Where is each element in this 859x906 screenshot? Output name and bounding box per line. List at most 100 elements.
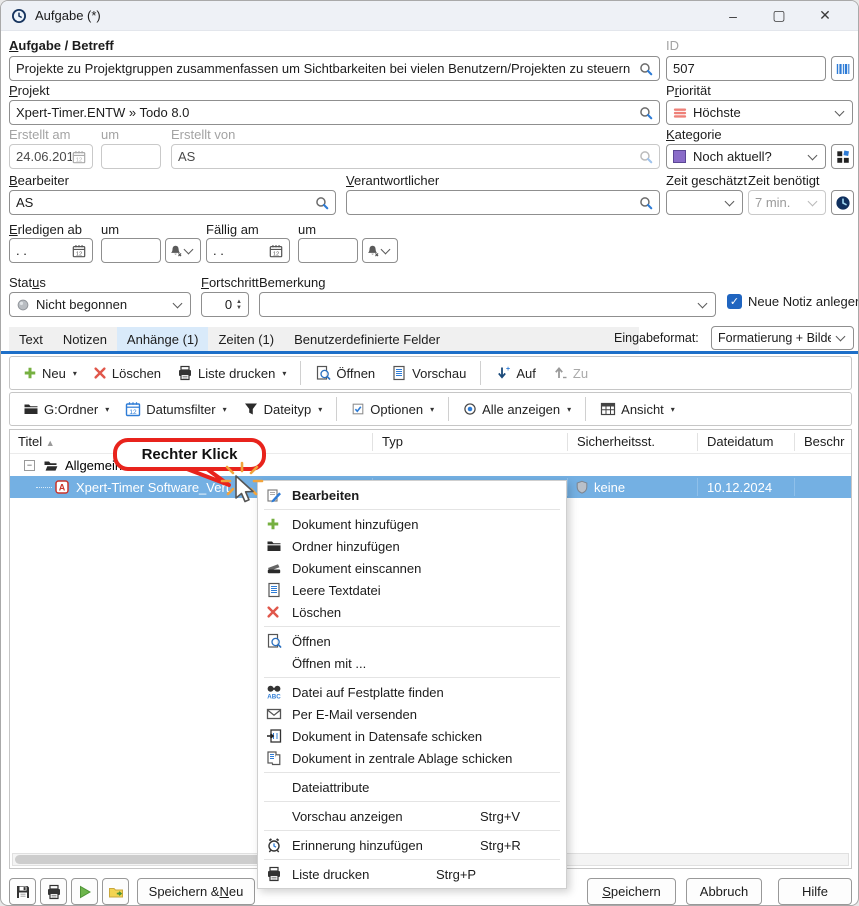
maximize-button[interactable]: ▢ <box>756 1 802 31</box>
aufgabe-input[interactable]: Projekte zu Projektgruppen zusammenfasse… <box>9 56 660 81</box>
barcode-button[interactable] <box>831 56 854 81</box>
spinner-arrows-icon[interactable]: ▲▼ <box>236 299 242 311</box>
caret-down-icon[interactable]: ▾ <box>105 405 109 414</box>
caret-down-icon[interactable]: ▾ <box>430 405 434 414</box>
menu-item-datei-finden[interactable]: Datei auf Festplatte finden <box>258 681 566 703</box>
caret-down-icon[interactable]: ▾ <box>567 405 571 414</box>
prioritaet-value: Höchste <box>693 105 830 120</box>
speichern-und-neu-button[interactable]: Speichern & Neu <box>137 878 255 905</box>
search-icon[interactable] <box>639 62 653 76</box>
export-button[interactable] <box>102 878 129 905</box>
eingabeformat-select[interactable]: Formatierung + Bilder <box>711 326 854 350</box>
ordner-button[interactable]: G:Ordner▾ <box>18 401 114 417</box>
ansicht-button[interactable]: Ansicht▾ <box>595 401 680 417</box>
time-tracking-button[interactable] <box>831 190 854 215</box>
column-beschr[interactable]: Beschr <box>804 434 844 449</box>
id-input[interactable]: 507 <box>666 56 826 81</box>
dateityp-button[interactable]: Dateityp▾ <box>238 401 328 417</box>
faellig-am-date-input[interactable]: . . <box>206 238 290 263</box>
faellig-reminder-button[interactable] <box>362 238 398 263</box>
zeit-benoetigt-value: 7 min. <box>755 195 803 210</box>
id-label: ID <box>666 38 679 53</box>
faellig-um-input[interactable] <box>298 238 358 263</box>
prioritaet-select[interactable]: Höchste <box>666 100 853 125</box>
menu-item-zentrale-ablage[interactable]: Dokument in zentrale Ablage schicken <box>258 747 566 769</box>
erledigen-ab-date-input[interactable]: . . <box>9 238 93 263</box>
menu-item-dokument-einscannen[interactable]: Dokument einscannen <box>258 557 566 579</box>
bemerkung-select[interactable] <box>259 292 716 317</box>
neue-notiz-checkbox[interactable]: ✓ Neue Notiz anlegen <box>727 294 859 309</box>
menu-item-leere-textdatei[interactable]: Leere Textdatei <box>258 579 566 601</box>
liste-drucken-button[interactable]: Liste drucken▾ <box>172 365 291 381</box>
document-icon <box>391 365 407 381</box>
column-dateidatum[interactable]: Dateidatum <box>707 434 773 449</box>
menu-item-ordner-hinzufuegen[interactable]: Ordner hinzufügen <box>258 535 566 557</box>
fortschritt-stepper[interactable]: 0 ▲▼ <box>201 292 249 317</box>
tab-anhaenge[interactable]: Anhänge (1) <box>117 327 209 351</box>
caret-down-icon[interactable]: ▾ <box>73 369 77 378</box>
erledigen-um-input[interactable] <box>101 238 161 263</box>
alle-anzeigen-button[interactable]: Alle anzeigen▾ <box>458 402 576 417</box>
calendar-icon[interactable] <box>269 244 283 258</box>
minimize-button[interactable]: – <box>710 1 756 31</box>
menu-item-loeschen[interactable]: Löschen <box>258 601 566 623</box>
zeit-geschaetzt-select[interactable] <box>666 190 743 215</box>
speichern-button[interactable]: Speichern <box>587 878 676 905</box>
search-icon[interactable] <box>315 196 329 210</box>
search-icon[interactable] <box>639 106 653 120</box>
eingabeformat-label: Eingabeformat: <box>614 331 699 345</box>
bell-dismiss-icon <box>366 244 380 258</box>
menu-item-bearbeiten[interactable]: Bearbeiten <box>258 484 566 506</box>
close-button[interactable]: ✕ <box>802 1 848 31</box>
neu-button[interactable]: Neu▾ <box>18 366 82 381</box>
projekt-label: Projekt <box>9 83 49 98</box>
vorschau-button[interactable]: Vorschau <box>386 365 471 381</box>
checkbox-checked-icon[interactable]: ✓ <box>727 294 742 309</box>
optionen-button[interactable]: Optionen▾ <box>346 402 439 417</box>
caret-down-icon[interactable]: ▾ <box>318 405 322 414</box>
tree-collapse-icon[interactable]: − <box>24 460 35 471</box>
column-typ[interactable]: Typ <box>382 434 403 449</box>
tab-zeiten[interactable]: Zeiten (1) <box>208 327 284 351</box>
chevron-down-icon[interactable] <box>184 244 194 254</box>
status-select[interactable]: Nicht begonnen <box>9 292 191 317</box>
projekt-input[interactable]: Xpert-Timer.ENTW » Todo 8.0 <box>9 100 660 125</box>
menu-item-oeffnen[interactable]: Öffnen <box>258 630 566 652</box>
status-label: Status <box>9 275 46 290</box>
start-timer-button[interactable] <box>71 878 98 905</box>
tab-notizen[interactable]: Notizen <box>53 327 117 351</box>
print-icon-button[interactable] <box>40 878 67 905</box>
tab-text[interactable]: Text <box>9 327 53 351</box>
column-sicherheitsst[interactable]: Sicherheitsst. <box>577 434 655 449</box>
auf-button[interactable]: Auf <box>490 365 541 381</box>
menu-item-vorschau-anzeigen[interactable]: Vorschau anzeigen Strg+V <box>258 805 566 827</box>
um-label: um <box>298 222 316 237</box>
chevron-down-icon[interactable] <box>381 244 391 254</box>
menu-item-dokument-hinzufuegen[interactable]: Dokument hinzufügen <box>258 513 566 535</box>
calendar-icon[interactable] <box>72 244 86 258</box>
column-titel[interactable]: Titel ▲ <box>18 434 55 449</box>
menu-item-datensafe[interactable]: Dokument in Datensafe schicken <box>258 725 566 747</box>
menu-item-email-versenden[interactable]: Per E-Mail versenden <box>258 703 566 725</box>
menu-item-oeffnen-mit[interactable]: Öffnen mit ... <box>258 652 566 674</box>
verantwortlicher-input[interactable] <box>346 190 660 215</box>
loeschen-button[interactable]: Löschen <box>88 366 166 381</box>
datumsfilter-button[interactable]: Datumsfilter▾ <box>120 401 231 417</box>
menu-item-erinnerung-hinzufuegen[interactable]: Erinnerung hinzufügen Strg+R <box>258 834 566 856</box>
oeffnen-button[interactable]: Öffnen <box>310 365 380 381</box>
menu-item-liste-drucken[interactable]: Liste drucken Strg+P <box>258 863 566 885</box>
menu-item-dateiattribute[interactable]: Dateiattribute <box>258 776 566 798</box>
caret-down-icon[interactable]: ▾ <box>282 369 286 378</box>
caret-down-icon[interactable]: ▾ <box>223 405 227 414</box>
search-icon[interactable] <box>639 196 653 210</box>
category-manager-button[interactable] <box>831 144 854 169</box>
save-icon-button[interactable] <box>9 878 36 905</box>
kategorie-select[interactable]: Noch aktuell? <box>666 144 826 169</box>
tab-benutzerdefinierte-felder[interactable]: Benutzerdefinierte Felder <box>284 327 450 351</box>
bearbeiter-input[interactable]: AS <box>9 190 336 215</box>
caret-down-icon[interactable]: ▾ <box>671 405 675 414</box>
erledigen-reminder-button[interactable] <box>165 238 201 263</box>
hilfe-button[interactable]: Hilfe <box>778 878 852 905</box>
abbruch-button[interactable]: Abbruch <box>686 878 762 905</box>
priority-bars-icon <box>673 106 687 120</box>
